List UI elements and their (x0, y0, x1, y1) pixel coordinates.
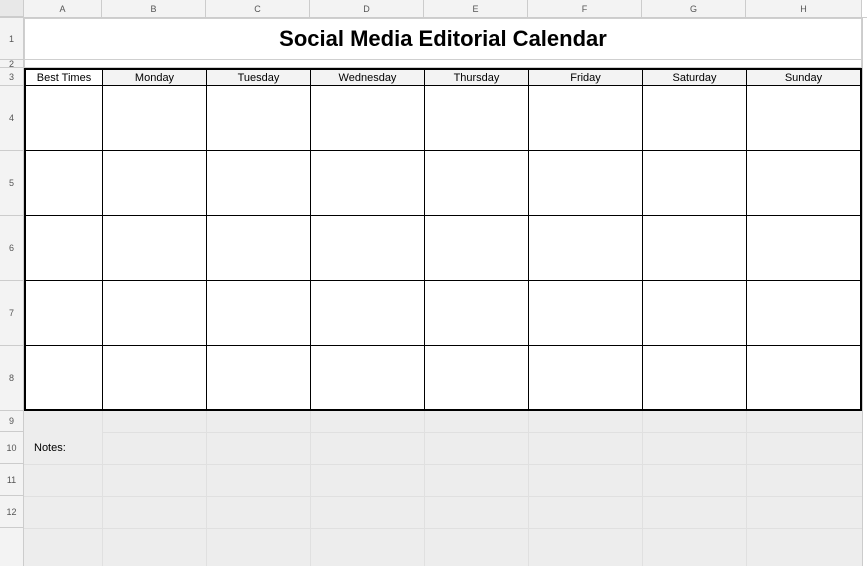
row-header-1[interactable]: 1 (0, 18, 23, 60)
row-header-10[interactable]: 10 (0, 432, 23, 464)
cell[interactable] (310, 86, 424, 151)
col-header-H[interactable]: H (746, 0, 862, 17)
cell[interactable] (528, 86, 642, 151)
row-header-9[interactable]: 9 (0, 411, 23, 432)
col-header-F[interactable]: F (528, 0, 642, 17)
cell[interactable] (102, 151, 206, 216)
col-header-A[interactable]: A (24, 0, 102, 17)
cell[interactable] (746, 151, 862, 216)
right-scrollbar-gutter (862, 18, 867, 566)
cell[interactable] (24, 281, 102, 346)
cell[interactable] (24, 346, 102, 411)
cell[interactable] (746, 86, 862, 151)
cell[interactable] (24, 151, 102, 216)
row-header-2[interactable]: 2 (0, 60, 23, 68)
calendar-row-5 (24, 346, 862, 411)
cell[interactable] (424, 346, 528, 411)
cell[interactable] (642, 216, 746, 281)
cell[interactable] (746, 281, 862, 346)
header-saturday[interactable]: Saturday (642, 68, 746, 86)
cell[interactable] (528, 346, 642, 411)
cell[interactable] (528, 281, 642, 346)
row-header-11[interactable]: 11 (0, 464, 23, 496)
cell[interactable] (424, 151, 528, 216)
header-friday[interactable]: Friday (528, 68, 642, 86)
spreadsheet-window: A B C D E F G H 1 2 3 4 5 6 7 8 9 10 11 … (0, 0, 867, 566)
cell[interactable] (424, 86, 528, 151)
cell[interactable] (310, 151, 424, 216)
cell[interactable] (528, 216, 642, 281)
cell[interactable] (310, 281, 424, 346)
cell[interactable] (102, 281, 206, 346)
cell[interactable] (310, 346, 424, 411)
header-wednesday[interactable]: Wednesday (310, 68, 424, 86)
cell[interactable] (24, 216, 102, 281)
cell[interactable] (310, 216, 424, 281)
cell[interactable] (24, 86, 102, 151)
cell[interactable] (206, 216, 310, 281)
calendar-row-3 (24, 216, 862, 281)
row-2-spacer[interactable] (24, 60, 862, 68)
column-header-row: A B C D E F G H (0, 0, 867, 18)
row-header-6[interactable]: 6 (0, 216, 23, 281)
cell[interactable] (206, 346, 310, 411)
header-monday[interactable]: Monday (102, 68, 206, 86)
col-header-D[interactable]: D (310, 0, 424, 17)
row-header-12[interactable]: 12 (0, 496, 23, 528)
header-best-times[interactable]: Best Times (24, 68, 102, 86)
page-title[interactable]: Social Media Editorial Calendar (24, 18, 862, 60)
col-header-G[interactable]: G (642, 0, 746, 17)
header-thursday[interactable]: Thursday (424, 68, 528, 86)
calendar-header-row: Best Times Monday Tuesday Wednesday Thur… (24, 68, 862, 86)
spreadsheet-grid[interactable]: Social Media Editorial Calendar Best Tim… (24, 18, 867, 566)
col-header-C[interactable]: C (206, 0, 310, 17)
cell[interactable] (102, 216, 206, 281)
row-header-4[interactable]: 4 (0, 86, 23, 151)
cell[interactable] (102, 86, 206, 151)
select-all-corner[interactable] (0, 0, 24, 17)
cell[interactable] (102, 346, 206, 411)
cell[interactable] (642, 281, 746, 346)
cell[interactable] (746, 346, 862, 411)
row-header-3[interactable]: 3 (0, 68, 23, 86)
row-header-8[interactable]: 8 (0, 346, 23, 411)
calendar-row-1 (24, 86, 862, 151)
cell[interactable] (206, 151, 310, 216)
row-header-5[interactable]: 5 (0, 151, 23, 216)
row-header-column: 1 2 3 4 5 6 7 8 9 10 11 12 (0, 18, 24, 566)
row-header-7[interactable]: 7 (0, 281, 23, 346)
cell[interactable] (746, 216, 862, 281)
header-sunday[interactable]: Sunday (746, 68, 862, 86)
cell[interactable] (424, 216, 528, 281)
col-header-E[interactable]: E (424, 0, 528, 17)
cell[interactable] (206, 281, 310, 346)
cell[interactable] (528, 151, 642, 216)
calendar-row-4 (24, 281, 862, 346)
calendar-row-2 (24, 151, 862, 216)
cell[interactable] (642, 151, 746, 216)
cell[interactable] (424, 281, 528, 346)
header-tuesday[interactable]: Tuesday (206, 68, 310, 86)
col-header-B[interactable]: B (102, 0, 206, 17)
cell[interactable] (642, 346, 746, 411)
cell[interactable] (206, 86, 310, 151)
cell[interactable] (642, 86, 746, 151)
notes-label[interactable]: Notes: (24, 432, 102, 464)
